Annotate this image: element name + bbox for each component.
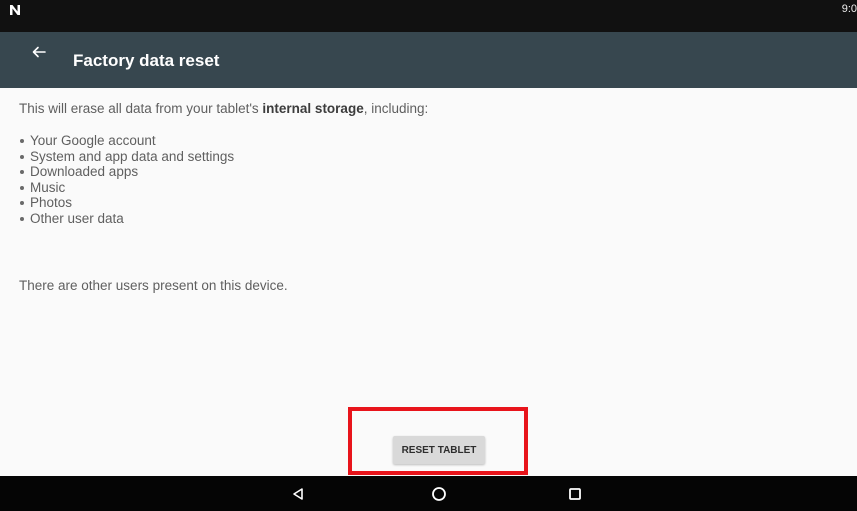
n-logo-icon	[10, 5, 20, 15]
intro-text-start: This will erase all data from your table…	[19, 101, 263, 116]
factory-reset-screen: 9:0 Factory data reset This will erase a…	[0, 0, 857, 511]
status-bar: 9:0	[0, 0, 857, 32]
intro-text-end: , including:	[363, 101, 429, 116]
intro-text: This will erase all data from your table…	[19, 100, 839, 118]
page-title: Factory data reset	[73, 51, 220, 70]
navigation-bar	[0, 476, 857, 511]
app-toolbar: Factory data reset	[0, 32, 857, 88]
intro-text-bold: internal storage	[262, 101, 364, 116]
list-item: Your Google account	[19, 133, 839, 149]
reset-tablet-button[interactable]: RESET TABLET	[393, 436, 485, 464]
list-item: System and app data and settings	[19, 149, 839, 165]
other-users-note: There are other users present on this de…	[19, 278, 288, 293]
list-item: Music	[19, 180, 839, 196]
list-item: Downloaded apps	[19, 164, 839, 180]
nav-recents-button[interactable]	[562, 482, 588, 506]
erased-items-list: Your Google account System and app data …	[19, 133, 839, 226]
list-item: Photos	[19, 195, 839, 211]
nav-home-button[interactable]	[426, 482, 452, 506]
nav-back-button[interactable]	[285, 482, 311, 506]
nav-back-triangle-icon	[293, 488, 303, 500]
back-button[interactable]	[27, 40, 51, 64]
list-item: Other user data	[19, 211, 839, 227]
reset-description: This will erase all data from your table…	[19, 100, 839, 226]
nav-recents-square-icon	[569, 488, 581, 500]
status-clock: 9:0	[841, 3, 857, 15]
nav-home-circle-icon	[432, 487, 446, 501]
arrow-back-icon	[32, 46, 46, 58]
